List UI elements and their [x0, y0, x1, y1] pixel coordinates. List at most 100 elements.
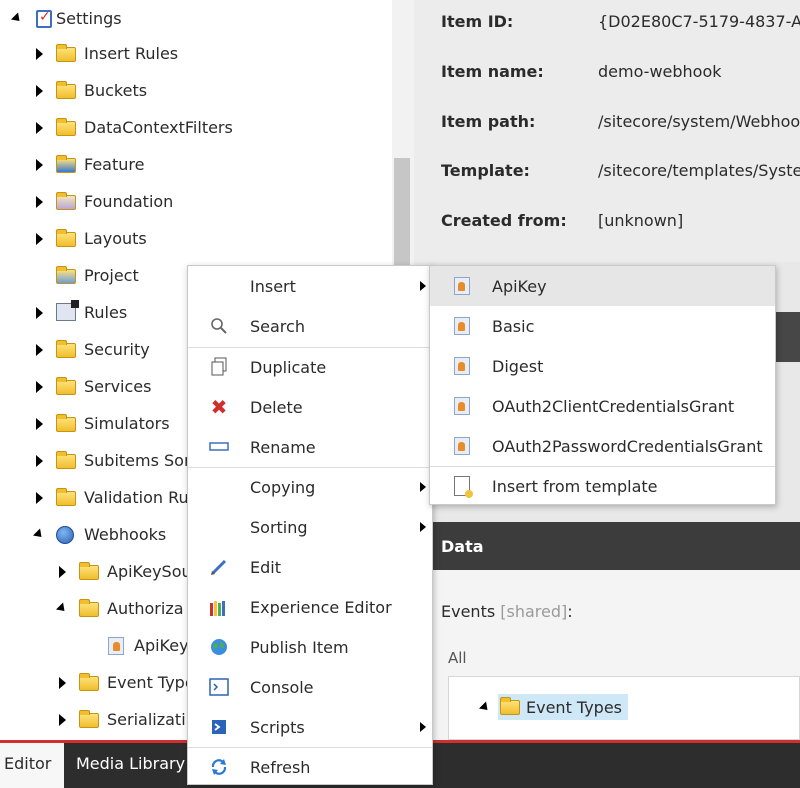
tree-item-label: Authoriza	[107, 599, 184, 618]
submenu-item-label: ApiKey	[492, 276, 547, 296]
submenu-arrow-icon	[420, 722, 426, 732]
menu-item-edit[interactable]: Edit	[188, 547, 432, 587]
expand-icon[interactable]	[32, 417, 46, 431]
search-icon	[208, 315, 230, 337]
apikey-item-icon	[106, 636, 126, 656]
menu-item-console[interactable]: Console	[188, 667, 432, 707]
expand-icon[interactable]	[55, 565, 69, 579]
expand-icon[interactable]	[32, 232, 46, 246]
menu-item-duplicate[interactable]: Duplicate	[188, 347, 432, 387]
tab-media-library[interactable]: Media Library	[72, 743, 189, 788]
expand-icon[interactable]	[32, 195, 46, 209]
settings-icon	[36, 9, 52, 28]
menu-item-rename[interactable]: Rename	[188, 427, 432, 467]
folder-icon	[56, 339, 76, 360]
expand-icon[interactable]	[32, 454, 46, 468]
expand-icon[interactable]	[32, 306, 46, 320]
tree-item-subitems-sorting[interactable]: Subitems Sor	[32, 442, 191, 479]
created-from-row: Created from: [unknown]	[441, 211, 683, 235]
tree-item-apikey[interactable]: ApiKey	[82, 627, 189, 664]
folder-icon	[56, 117, 76, 138]
menu-item-sorting[interactable]: Sorting	[188, 507, 432, 547]
tree-item-validation-rules[interactable]: Validation Ru	[32, 479, 189, 516]
expand-icon[interactable]	[32, 158, 46, 172]
apikey-template-icon	[454, 277, 470, 295]
item-path-value[interactable]: /sitecore/system/Webhoo	[598, 112, 800, 136]
expand-icon[interactable]	[32, 491, 46, 505]
tab-editor[interactable]: Editor	[0, 743, 64, 788]
submenu-item-digest[interactable]: Digest	[430, 346, 775, 386]
menu-item-scripts[interactable]: Scripts	[188, 707, 432, 747]
tree-item-webhooks[interactable]: Webhooks	[32, 516, 166, 553]
tree-item-buckets[interactable]: Buckets	[32, 72, 147, 109]
menu-item-experience-editor[interactable]: Experience Editor	[188, 587, 432, 627]
tree-item-services[interactable]: Services	[32, 368, 151, 405]
submenu-item-label: Insert from template	[492, 476, 658, 496]
menu-item-delete[interactable]: ✖ Delete	[188, 387, 432, 427]
folder-icon	[56, 487, 76, 508]
tree-item-label: ApiKeySou	[107, 562, 192, 581]
folder-icon	[79, 561, 99, 582]
project-folder-icon	[56, 265, 76, 286]
submenu-item-insert-from-template[interactable]: Insert from template	[430, 466, 775, 506]
menu-item-label: Publish Item	[250, 637, 349, 657]
folder-icon	[56, 413, 76, 434]
menu-item-label: Copying	[250, 477, 316, 497]
tree-item-security[interactable]: Security	[32, 331, 150, 368]
tree-item-label: Project	[84, 266, 139, 285]
oauth2-template-icon	[454, 397, 470, 415]
menu-item-insert[interactable]: Insert	[188, 266, 432, 306]
template-value[interactable]: /sitecore/templates/Syste	[598, 161, 800, 185]
tree-item-event-types[interactable]: Event Type	[55, 664, 195, 701]
submenu-arrow-icon	[420, 281, 426, 291]
tree-item-label: Serializati	[107, 710, 186, 729]
expand-icon[interactable]	[32, 343, 46, 357]
collapse-icon[interactable]	[478, 700, 492, 714]
shared-indicator: [shared]	[500, 602, 568, 621]
tree-item-label: Feature	[84, 155, 145, 174]
tree-item-project[interactable]: Project	[32, 257, 139, 294]
menu-item-label: Experience Editor	[250, 597, 392, 617]
expand-icon[interactable]	[32, 47, 46, 61]
tree-item-insert-rules[interactable]: Insert Rules	[32, 35, 178, 72]
tree-item-foundation[interactable]: Foundation	[32, 183, 173, 220]
selected-tree-node[interactable]: Event Types	[498, 694, 629, 720]
tree-item-serialization[interactable]: Serializati	[55, 701, 186, 738]
submenu-item-oauth2-password-credentials[interactable]: OAuth2PasswordCredentialsGrant	[430, 426, 775, 466]
menu-item-copying[interactable]: Copying	[188, 467, 432, 507]
item-name-row: Item name: demo-webhook	[441, 62, 722, 86]
tree-item-label: Event Type	[107, 673, 195, 692]
menu-item-refresh[interactable]: Refresh	[188, 747, 432, 787]
collapse-icon[interactable]	[10, 12, 24, 26]
expand-icon[interactable]	[32, 84, 46, 98]
tree-item-layouts[interactable]: Layouts	[32, 220, 147, 257]
expand-icon[interactable]	[55, 713, 69, 727]
duplicate-icon	[208, 356, 230, 378]
tree-item-feature[interactable]: Feature	[32, 146, 144, 183]
tree-item-authorizations[interactable]: Authoriza	[55, 590, 184, 627]
menu-item-search[interactable]: Search	[188, 306, 432, 346]
rules-icon	[56, 299, 79, 323]
tree-item-settings[interactable]: Settings	[10, 0, 122, 37]
collapse-icon[interactable]	[32, 528, 46, 542]
submenu-item-oauth2-client-credentials[interactable]: OAuth2ClientCredentialsGrant	[430, 386, 775, 426]
tree-item-apikeysources[interactable]: ApiKeySou	[55, 553, 192, 590]
tree-item-rules[interactable]: Rules	[32, 294, 127, 331]
item-name-value[interactable]: demo-webhook	[598, 62, 722, 86]
insert-from-template-icon	[454, 476, 473, 498]
expand-icon[interactable]	[55, 676, 69, 690]
data-section-header[interactable]: Data	[432, 522, 800, 570]
submenu-item-basic[interactable]: Basic	[430, 306, 775, 346]
menu-item-label: Scripts	[250, 717, 305, 737]
collapse-icon[interactable]	[55, 602, 69, 616]
menu-item-publish-item[interactable]: Publish Item	[188, 627, 432, 667]
tree-item-datacontextfilters[interactable]: DataContextFilters	[32, 109, 233, 146]
expand-icon[interactable]	[32, 380, 46, 394]
submenu-item-apikey[interactable]: ApiKey	[430, 266, 775, 306]
expand-icon[interactable]	[32, 121, 46, 135]
tree-item-simulators[interactable]: Simulators	[32, 405, 170, 442]
item-name-label: Item name:	[441, 62, 544, 81]
globe-icon	[56, 525, 76, 545]
events-tree-item-event-types[interactable]: Event Types	[478, 692, 629, 722]
item-id-value[interactable]: {D02E80C7-5179-4837-A1	[598, 12, 800, 36]
